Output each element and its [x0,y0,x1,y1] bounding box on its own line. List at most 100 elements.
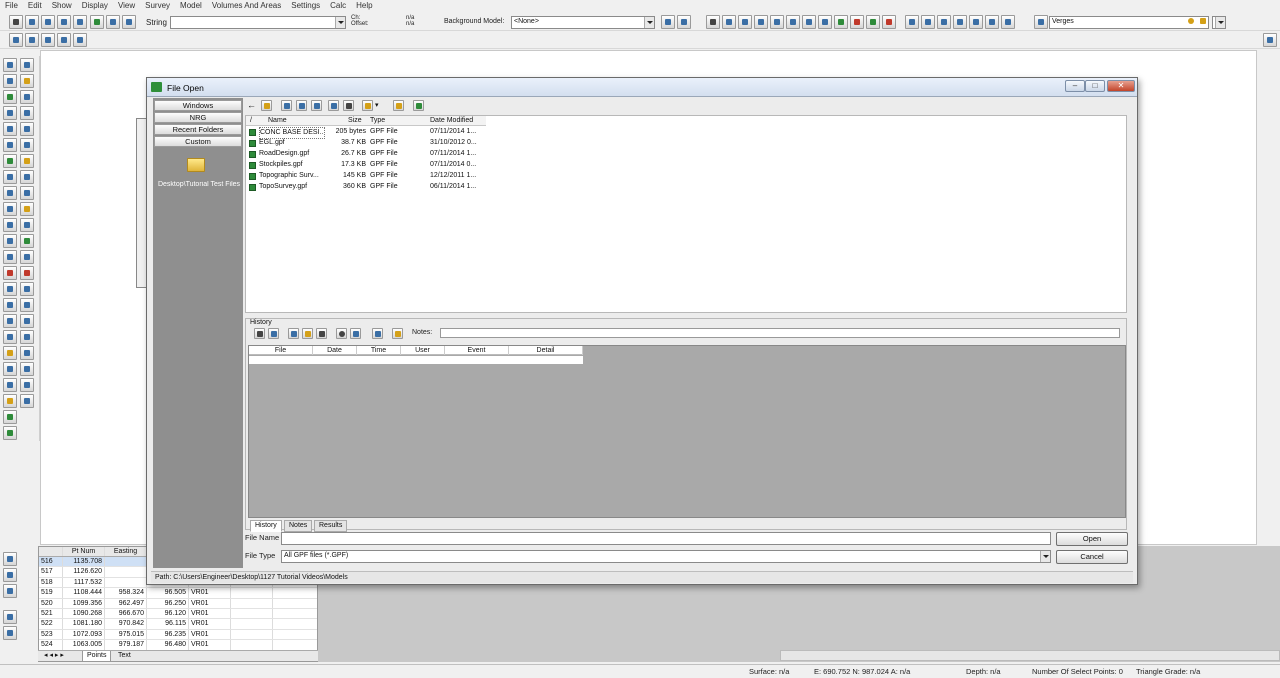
notes-input[interactable] [440,328,1120,338]
up-folder-icon[interactable] [261,100,272,111]
new-folder-icon[interactable] [362,100,373,111]
tab-notes[interactable]: Notes [284,520,313,532]
edit-tool-icon[interactable] [706,15,720,29]
open-folder-icon[interactable] [393,100,404,111]
palette-lower-2-icon[interactable] [3,568,17,582]
menu-edit[interactable]: Edit [23,0,47,10]
palette-tool-9-icon[interactable] [3,122,17,136]
palette-tool-42-icon[interactable] [20,378,34,392]
details-view-icon[interactable] [328,100,339,111]
palette-tool-7-icon[interactable] [3,106,17,120]
open-button[interactable]: Open [1056,532,1128,546]
palette-tool-13-icon[interactable] [3,154,17,168]
sort-icon[interactable] [281,100,292,111]
curve-tool-icon[interactable] [802,15,816,29]
file-row[interactable]: RoadDesign.gpf 26.7 KB GPF File 07/11/2014 … [246,149,486,160]
model-properties-icon[interactable] [661,15,675,29]
column-size[interactable]: Size [348,116,362,126]
palette-tool-17-icon[interactable] [3,186,17,200]
palette-tool-43-icon[interactable] [3,394,17,408]
palette-tool-28-icon[interactable] [20,266,34,280]
menu-survey[interactable]: Survey [140,0,175,10]
palette-tool-10-icon[interactable] [20,122,34,136]
palette-tool-19-icon[interactable] [3,202,17,216]
table-row[interactable]: 521 1090.268 966.670 96.120 VR01 [39,608,317,620]
palette-tool-22-icon[interactable] [20,218,34,232]
palette-tool-12-icon[interactable] [20,138,34,152]
palette-tool-37-icon[interactable] [3,346,17,360]
palette-tool-26-icon[interactable] [20,250,34,264]
export-icon[interactable] [268,328,279,339]
snap-icon[interactable] [122,15,136,29]
tab-text[interactable]: Text [114,651,135,661]
palette-tool-36-icon[interactable] [20,330,34,344]
zoom-out-icon[interactable] [41,15,55,29]
edit-points-icon[interactable] [41,33,55,47]
tab-nav-arrows[interactable]: ◂ ◂ ▸ ▸ [40,651,68,661]
column-event[interactable]: Event [445,346,509,355]
sidebar-windows[interactable]: Windows [154,100,242,111]
sidebar-nrg[interactable]: NRG [154,112,242,123]
move-icon[interactable] [9,33,23,47]
color-palette-icon[interactable] [882,15,896,29]
string-select[interactable] [170,16,346,29]
table-row[interactable]: 522 1081.180 970.842 96.115 VR01 [39,619,317,630]
palette-tool-3-icon[interactable] [3,74,17,88]
file-row[interactable]: EGL.gpf 38.7 KB GPF File 31/10/2012 0... [246,138,486,149]
layer-dropdown-button[interactable] [1212,16,1226,29]
menu-calc[interactable]: Calc [325,0,351,10]
tab-history[interactable]: History [250,520,282,532]
menu-show[interactable]: Show [47,0,77,10]
palette-tool-46-icon[interactable] [3,426,17,440]
surface-tool-icon[interactable] [834,15,848,29]
print-icon[interactable] [254,328,265,339]
palette-lower-3-icon[interactable] [3,584,17,598]
palette-lower-1-icon[interactable] [3,552,17,566]
model-info-icon[interactable] [677,15,691,29]
palette-tool-23-icon[interactable] [3,234,17,248]
pin-icon[interactable] [1263,33,1277,47]
contour-tool-icon[interactable] [866,15,880,29]
line-tool-icon[interactable] [921,15,935,29]
palette-tool-31-icon[interactable] [3,298,17,312]
palette-tool-30-icon[interactable] [20,282,34,296]
menu-file[interactable]: File [0,0,23,10]
tab-points[interactable]: Points [82,651,112,662]
horizontal-scrollbar[interactable] [780,650,1280,661]
palette-tool-32-icon[interactable] [20,298,34,312]
palette-tool-1-icon[interactable] [3,58,17,72]
palette-lower-4-icon[interactable] [3,610,17,624]
palette-tool-15-icon[interactable] [3,170,17,184]
palette-tool-18-icon[interactable] [20,186,34,200]
menu-help[interactable]: Help [351,0,377,10]
menu-view[interactable]: View [113,0,140,10]
palette-tool-8-icon[interactable] [20,106,34,120]
palette-tool-2-icon[interactable] [20,58,34,72]
triangle-tool-icon[interactable] [850,15,864,29]
layer-icon[interactable] [1034,15,1048,29]
palette-tool-39-icon[interactable] [3,362,17,376]
palette-tool-11-icon[interactable] [3,138,17,152]
palette-tool-25-icon[interactable] [3,250,17,264]
column-date[interactable]: Date [313,346,357,355]
table-row[interactable]: 519 1108.444 958.324 96.505 VR01 [39,588,317,599]
redraw-icon[interactable] [106,15,120,29]
palette-tool-35-icon[interactable] [3,330,17,344]
palette-lower-5-icon[interactable] [3,626,17,640]
preview-icon[interactable] [372,328,383,339]
pencil-icon[interactable] [1198,16,1208,27]
dimension-tool-icon[interactable] [969,15,983,29]
column-user[interactable]: User [401,346,445,355]
chevron-down-icon[interactable]: ▾ [375,100,386,111]
palette-tool-5-icon[interactable] [3,90,17,104]
menu-settings[interactable]: Settings [286,0,325,10]
edit-note-icon[interactable] [392,328,403,339]
gear-icon[interactable] [336,328,347,339]
palette-tool-24-icon[interactable] [20,234,34,248]
history-grid-row[interactable] [249,356,583,364]
tree-view-icon[interactable] [296,100,307,111]
palette-tool-29-icon[interactable] [3,282,17,296]
folder-icon[interactable] [187,158,205,172]
level-tool-icon[interactable] [770,15,784,29]
stop-icon[interactable] [316,328,327,339]
